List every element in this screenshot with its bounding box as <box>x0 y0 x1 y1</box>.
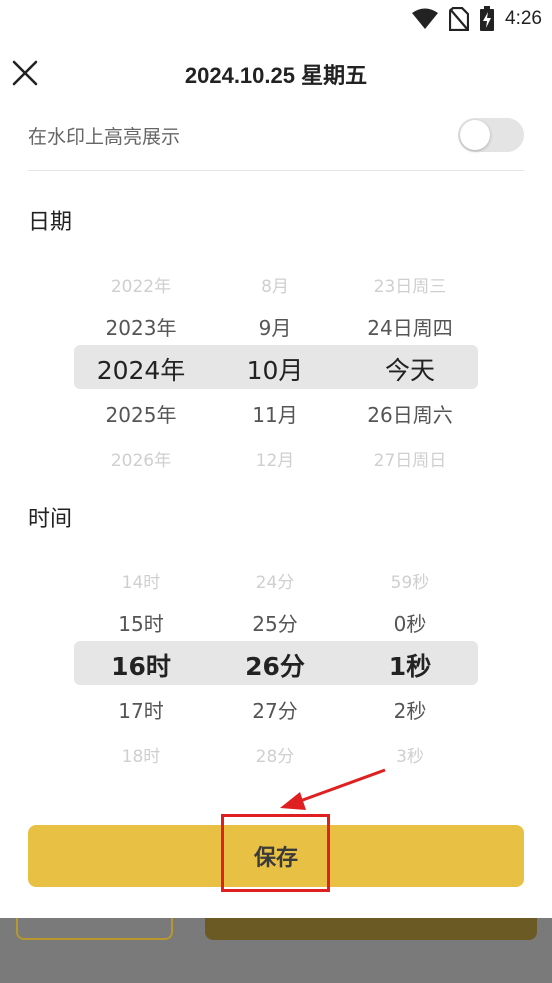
close-button[interactable] <box>10 58 40 88</box>
watermark-highlight-toggle[interactable] <box>458 118 524 152</box>
wheel-item-year-selected[interactable]: 2024年 <box>74 351 208 387</box>
wheel-item-month[interactable]: 8月 <box>208 272 342 297</box>
wheel-item-hour[interactable]: 18时 <box>74 742 208 767</box>
wheel-item-month-selected[interactable]: 10月 <box>208 351 342 387</box>
date-section-title: 日期 <box>28 210 73 235</box>
wheel-item-day[interactable]: 24日周四 <box>342 312 478 341</box>
wheel-item-minute[interactable]: 24分 <box>208 568 342 593</box>
wheel-item-second[interactable]: 0秒 <box>342 608 478 637</box>
wheel-item-day[interactable]: 26日周六 <box>342 399 478 428</box>
wheel-item-second[interactable]: 59秒 <box>342 568 478 593</box>
watermark-highlight-label: 在水印上高亮展示 <box>28 126 181 148</box>
wheel-item-year[interactable]: 2023年 <box>74 312 208 341</box>
wheel-item-month[interactable]: 11月 <box>208 399 342 428</box>
wheel-item-second[interactable]: 3秒 <box>342 742 478 767</box>
no-sim-icon <box>449 7 470 31</box>
date-picker: 2022年 2023年 2024年 2025年 2026年 8月 9月 10月 … <box>74 260 478 471</box>
wheel-item-minute-selected[interactable]: 26分 <box>208 647 342 683</box>
status-icons: 4:26 <box>411 6 542 32</box>
status-time: 4:26 <box>505 8 542 29</box>
wheel-item-month[interactable]: 9月 <box>208 312 342 341</box>
wheel-item-year[interactable]: 2022年 <box>74 272 208 297</box>
wheel-item-year[interactable]: 2025年 <box>74 399 208 428</box>
background-outline-button <box>16 918 173 940</box>
watermark-highlight-setting: 在水印上高亮展示 <box>28 116 524 156</box>
time-section-title: 时间 <box>28 507 73 532</box>
wheel-item-second[interactable]: 2秒 <box>342 695 478 724</box>
wheel-item-second-selected[interactable]: 1秒 <box>342 647 478 683</box>
wifi-icon <box>412 8 439 29</box>
close-icon[interactable] <box>12 60 38 86</box>
wheel-item-minute[interactable]: 27分 <box>208 695 342 724</box>
background-filled-button <box>205 918 537 940</box>
annotation-highlight-box <box>221 814 330 892</box>
battery-charging-icon <box>480 6 495 31</box>
wheel-item-hour-selected[interactable]: 16时 <box>74 647 208 683</box>
wheel-item-day-selected[interactable]: 今天 <box>342 351 478 387</box>
divider <box>28 170 524 171</box>
wheel-item-hour[interactable]: 14时 <box>74 568 208 593</box>
wheel-item-minute[interactable]: 28分 <box>208 742 342 767</box>
wheel-item-day[interactable]: 27日周日 <box>342 446 478 471</box>
wheel-item-minute[interactable]: 25分 <box>208 608 342 637</box>
wheel-item-hour[interactable]: 15时 <box>74 608 208 637</box>
wheel-item-month[interactable]: 12月 <box>208 446 342 471</box>
wheel-item-hour[interactable]: 17时 <box>74 695 208 724</box>
background-overlay <box>0 918 552 983</box>
page-title: 2024.10.25 星期五 <box>184 63 368 88</box>
wheel-item-year[interactable]: 2026年 <box>74 446 208 471</box>
time-picker: 14时 15时 16时 17时 18时 24分 25分 26分 27分 28分 … <box>74 556 478 767</box>
status-bar: 4:26 <box>0 0 552 38</box>
toggle-knob <box>460 120 490 150</box>
wheel-item-day[interactable]: 23日周三 <box>342 272 478 297</box>
